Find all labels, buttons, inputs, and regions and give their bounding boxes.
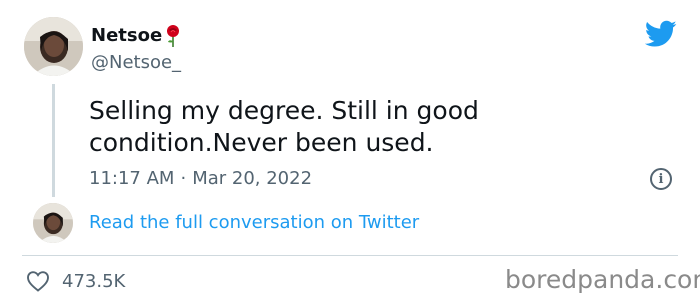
tweet-time: 11:17 AM	[89, 168, 175, 189]
like-count: 473.5K	[62, 270, 126, 292]
info-icon[interactable]: i	[650, 168, 672, 190]
display-name-text: Netsoe	[91, 24, 163, 46]
divider	[22, 255, 678, 256]
tweet-text-line: Selling my degree. Still in good	[89, 96, 479, 125]
rose-icon	[167, 25, 180, 47]
avatar-small[interactable]	[33, 203, 73, 243]
heart-icon	[27, 271, 49, 292]
tweet-card: Netsoe @Netsoe_ Selling my degree. Still…	[0, 0, 700, 308]
read-conversation-link[interactable]: Read the full conversation on Twitter	[89, 212, 419, 233]
tweet-text: Selling my degree. Still in good conditi…	[89, 95, 649, 159]
watermark: boredpanda.com	[505, 265, 700, 294]
twitter-bird-icon[interactable]	[645, 20, 677, 48]
tweet-timestamp[interactable]: 11:17 AM · Mar 20, 2022	[89, 168, 312, 189]
avatar-photo	[24, 17, 83, 76]
display-name[interactable]: Netsoe	[91, 22, 182, 48]
meta-separator: ·	[180, 168, 187, 189]
like-button[interactable]: 473.5K	[26, 270, 125, 292]
tweet-date: Mar 20, 2022	[192, 168, 313, 189]
thread-line	[52, 84, 55, 197]
tweet-text-line: condition.Never been used.	[89, 128, 434, 157]
avatar[interactable]	[24, 17, 83, 76]
handle[interactable]: @Netsoe_	[91, 52, 181, 73]
avatar-photo	[33, 203, 73, 243]
